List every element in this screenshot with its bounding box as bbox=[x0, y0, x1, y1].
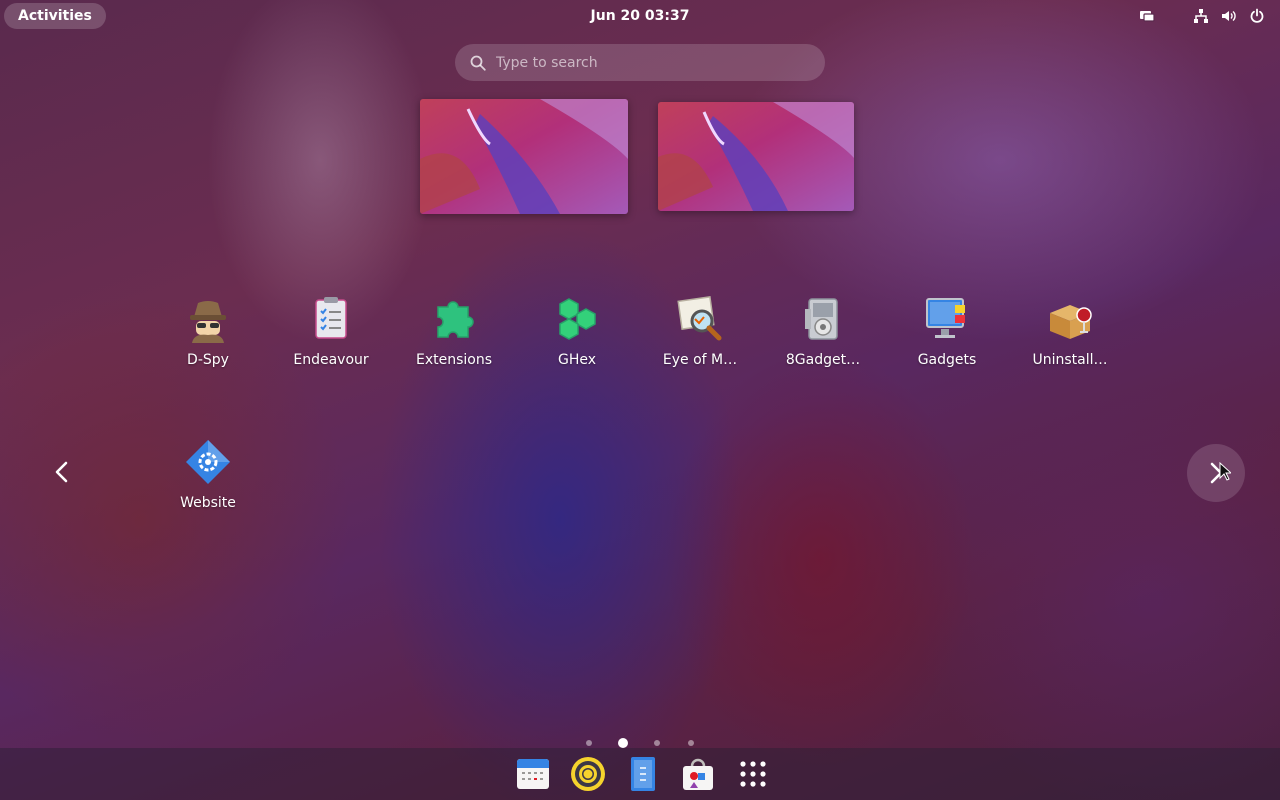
clipboard-icon bbox=[307, 295, 355, 343]
search-input[interactable] bbox=[496, 54, 816, 71]
app-8gadgetpack[interactable]: 8Gadget… bbox=[763, 295, 883, 387]
page-dot-4[interactable] bbox=[688, 740, 694, 746]
document-icon bbox=[631, 757, 655, 791]
search-icon bbox=[470, 55, 486, 71]
workspace-2-thumbnail[interactable] bbox=[658, 102, 854, 211]
app-eye-of-mate[interactable]: Eye of M… bbox=[640, 295, 760, 387]
app-label: Eye of M… bbox=[662, 352, 738, 368]
wine-box-icon bbox=[1046, 295, 1094, 343]
text-editor-app[interactable] bbox=[625, 756, 661, 792]
top-bar: Activities Jun 20 03:37 bbox=[0, 0, 1280, 32]
grid-icon bbox=[740, 761, 766, 787]
bag-icon bbox=[683, 758, 713, 790]
software-app[interactable] bbox=[680, 756, 716, 792]
app-endeavour[interactable]: Endeavour bbox=[271, 295, 391, 387]
calendar-icon bbox=[517, 759, 549, 789]
app-label: Gadgets bbox=[917, 352, 977, 368]
screen-share-icon[interactable] bbox=[1138, 7, 1156, 25]
app-gadgets[interactable]: Gadgets bbox=[887, 295, 1007, 387]
magnifier-icon bbox=[676, 295, 724, 343]
network-icon[interactable] bbox=[1192, 7, 1210, 25]
previous-page-button[interactable] bbox=[38, 448, 86, 496]
app-website[interactable]: Website bbox=[148, 438, 268, 530]
activities-button[interactable]: Activities bbox=[4, 3, 106, 29]
calendar-app[interactable] bbox=[515, 756, 551, 792]
music-player-app[interactable] bbox=[570, 756, 606, 792]
chevron-left-icon bbox=[55, 461, 68, 483]
page-dot-3[interactable] bbox=[654, 740, 660, 746]
search-bar[interactable] bbox=[455, 44, 825, 81]
mouse-cursor-icon bbox=[1219, 462, 1231, 481]
app-label: D-Spy bbox=[187, 352, 229, 368]
monitor-gadgets-icon bbox=[923, 295, 971, 343]
disc-icon bbox=[571, 757, 605, 791]
gadget-pack-icon bbox=[799, 295, 847, 343]
app-label: GHex bbox=[557, 352, 597, 368]
system-tray[interactable] bbox=[1138, 7, 1266, 25]
show-apps-button[interactable] bbox=[735, 756, 771, 792]
app-label: Extensions bbox=[415, 352, 493, 368]
next-page-button[interactable] bbox=[1187, 444, 1245, 502]
app-label: Website bbox=[180, 495, 236, 511]
dash bbox=[0, 748, 1280, 800]
clock: Jun 20 03:37 bbox=[0, 0, 1280, 32]
app-label: 8Gadget… bbox=[785, 352, 861, 368]
app-extensions[interactable]: Extensions bbox=[394, 295, 514, 387]
app-uninstall[interactable]: Uninstall… bbox=[1010, 295, 1130, 387]
page-dot-1[interactable] bbox=[586, 740, 592, 746]
spy-icon bbox=[184, 295, 232, 343]
web-diamond-icon bbox=[184, 438, 232, 486]
clock-button[interactable]: Jun 20 03:37 bbox=[591, 8, 690, 24]
volume-icon[interactable] bbox=[1220, 7, 1238, 25]
app-label: Uninstall… bbox=[1032, 352, 1108, 368]
workspace-1-thumbnail[interactable] bbox=[420, 99, 628, 214]
puzzle-icon bbox=[430, 295, 478, 343]
app-label: Endeavour bbox=[293, 352, 369, 368]
hexagon-icon bbox=[553, 295, 601, 343]
app-d-spy[interactable]: D-Spy bbox=[148, 295, 268, 387]
app-ghex[interactable]: GHex bbox=[517, 295, 637, 387]
power-icon[interactable] bbox=[1248, 7, 1266, 25]
page-dot-2[interactable] bbox=[618, 738, 628, 748]
